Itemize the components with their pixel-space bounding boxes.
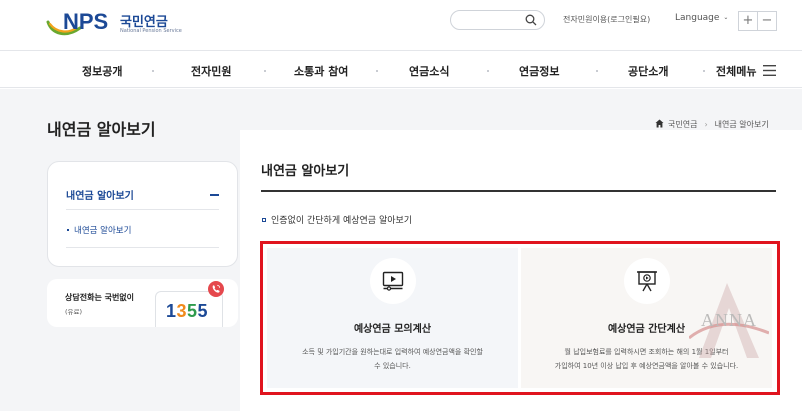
nav-divider [487,70,489,72]
chevron-down-icon: ⌄ [723,14,729,21]
intro-text: 인증없이 간단하게 예상연금 알아보기 [262,213,412,226]
collapse-minus-icon[interactable] [210,194,219,196]
watermark-text: ANNA [701,310,757,330]
breadcrumb-item-current[interactable]: 내연금 알아보기 [715,120,769,129]
nps-logo[interactable]: NPS 국민연금 National Pension Service [46,8,182,38]
phone-digit: 3 [176,301,188,321]
call-center-note: (유료) [65,308,83,316]
breadcrumb: 국민연금 › 내연금 알아보기 [655,119,769,130]
global-nav: 정보공개 전자민원 소통과 참여 연금소식 연금정보 공단소개 전체메뉴 [0,50,802,88]
phone-digit: 5 [187,301,198,321]
nav-item-pension-news[interactable]: 연금소식 [409,63,449,79]
phone-digit: 1 [166,301,177,321]
nav-divider [264,70,266,72]
nav-item-info-disclosure[interactable]: 정보공개 [82,63,122,79]
nav-item-e-service[interactable]: 전자민원 [191,63,231,79]
title-rule [261,190,776,192]
square-bullet-icon [262,218,266,222]
logo-mark: NPS [63,9,109,34]
breadcrumb-separator-icon: › [704,120,708,129]
side-nav: 내연금 알아보기 내연금 알아보기 [47,161,238,267]
nav-item-about[interactable]: 공단소개 [628,63,668,79]
card-description-line: 소득 및 가입기간을 원하는대로 입력하여 예상연금액을 확인할 [302,348,483,356]
card-title: 예상연금 모의계산 [353,324,432,335]
hamburger-menu-icon[interactable] [763,65,776,76]
side-nav-item-my-pension[interactable]: 내연금 알아보기 [66,224,131,236]
phone-digit: 5 [197,301,209,321]
search-icon[interactable] [525,14,537,26]
side-nav-section-title[interactable]: 내연금 알아보기 [66,187,134,202]
main-content: 내연금 알아보기 인증없이 간단하게 예상연금 알아보기 예상연금 모의계산 소… [240,130,802,411]
nav-divider [376,70,378,72]
phone-number: 1355 [166,301,208,322]
nav-item-communication[interactable]: 소통과 참여 [294,63,348,79]
home-icon[interactable] [655,119,664,128]
nav-item-pension-info[interactable]: 연금정보 [519,63,559,79]
nav-divider [152,70,154,72]
call-center-title: 상담전화는 국번없이 [65,293,135,302]
presentation-icon [636,271,657,292]
top-bar: NPS 국민연금 National Pension Service 전자민원이용… [0,0,802,42]
monitor-play-icon [382,271,403,291]
search-input[interactable] [450,10,545,30]
phone-badge [208,281,224,297]
divider [66,247,219,248]
page-title: 내연금 알아보기 [47,120,156,139]
zoom-in-button[interactable]: + [738,11,758,31]
zoom-out-button[interactable]: − [757,11,777,31]
nav-divider [596,70,598,72]
card-description: 소득 및 가입기간을 원하는대로 입력하여 예상연금액을 확인할 수 있습니다. [267,345,518,373]
language-label: Language [675,13,720,23]
phone-icon [212,284,221,293]
watermark-logo: ANNA [688,278,770,368]
card-icon-wrap [369,258,416,304]
intro-label: 인증없이 간단하게 예상연금 알아보기 [271,216,413,226]
mock-calculation-card[interactable]: 예상연금 모의계산 소득 및 가입기간을 원하는대로 입력하여 예상연금액을 확… [267,248,518,388]
logo-name-en: National Pension Service [120,28,182,34]
nav-divider [703,70,705,72]
breadcrumb-item-home[interactable]: 국민연금 [668,120,697,129]
e-service-login-link[interactable]: 전자민원이용(로그인필요) [563,14,650,25]
content-title: 내연금 알아보기 [261,164,350,179]
language-selector[interactable]: Language ⌄ [675,13,728,23]
call-center-banner[interactable]: 상담전화는 국번없이 (유료) 1355 [47,279,238,327]
card-description-line: 수 있습니다. [374,362,411,370]
nav-item-all-menu[interactable]: 전체메뉴 [716,63,756,79]
card-icon-wrap [623,258,670,304]
divider [66,209,219,210]
